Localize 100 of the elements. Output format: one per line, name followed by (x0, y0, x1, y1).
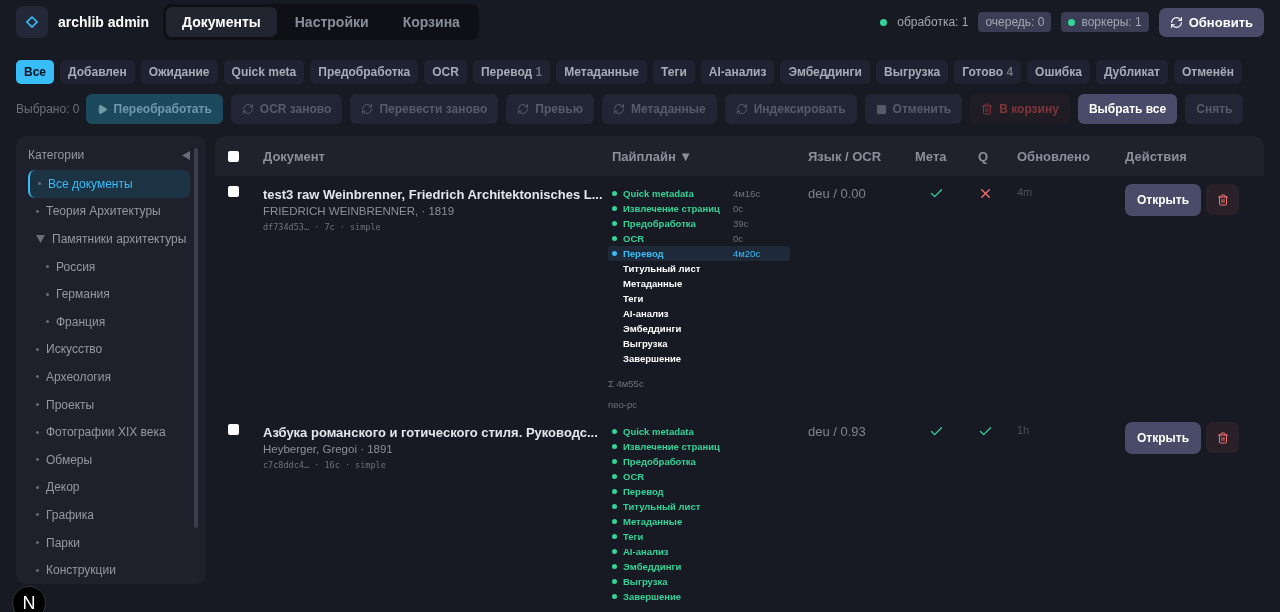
refresh-icon (361, 103, 374, 115)
select-all-checkbox[interactable] (228, 150, 239, 162)
filter-chip[interactable]: Готово 4 (954, 60, 1022, 84)
language-ocr: deu / 0.00 (808, 186, 867, 201)
pipeline-stage: AI-анализ (622, 307, 670, 321)
document-meta: c7c8ddc4… · 16с · simple (263, 460, 387, 470)
nav-tab[interactable]: Настройки (278, 7, 385, 37)
filter-chip[interactable]: Теги (653, 60, 695, 84)
open-button[interactable]: Открыть (1125, 184, 1202, 216)
pipeline-stage: Метаданные (622, 277, 684, 291)
category-label: Конструкции (46, 563, 116, 578)
category-label: Проекты (46, 397, 95, 412)
collapse-icon[interactable] (182, 150, 190, 160)
bullet-icon (46, 292, 49, 296)
filter-chip[interactable]: Отменён (1173, 60, 1242, 84)
category-item[interactable]: Искусство (28, 335, 190, 364)
category-item[interactable]: Фотографии XIX века (28, 418, 190, 446)
open-button[interactable]: Открыть (1125, 422, 1202, 454)
bullet-icon (36, 347, 39, 351)
column-header: Обновлено (1017, 148, 1091, 164)
updated-time: 4m (1017, 186, 1034, 198)
worker-host: neo-pc (608, 399, 639, 410)
filter-chip[interactable]: Ошибка (1027, 60, 1090, 84)
document-meta: df734d53… · 7с · simple (263, 222, 382, 232)
category-item[interactable]: Россия (28, 252, 190, 281)
category-item[interactable]: Франция (28, 307, 190, 336)
pipeline-total: Σ 4м55с (608, 378, 645, 389)
refresh-icon (1169, 15, 1183, 29)
filter-chip[interactable]: Quick meta (223, 60, 305, 84)
category-label: Искусство (46, 342, 103, 357)
category-label: Графика (46, 507, 94, 522)
filter-chip[interactable]: OCR (424, 60, 467, 84)
pipeline-stage: Эмбеддинги (608, 559, 790, 574)
pipeline-stage: Титульный лист (608, 499, 790, 514)
pipeline-stage: OCR (608, 469, 790, 484)
dev-badge[interactable]: N (12, 586, 46, 612)
filter-chip[interactable]: Эмбеддинги (780, 60, 870, 84)
pipeline-stage: Извлечение страниц (608, 439, 790, 454)
category-item[interactable]: Графика (28, 501, 190, 529)
selected-count: Выбрано: 0 (16, 102, 80, 116)
row-checkbox[interactable] (228, 186, 239, 197)
nav-tab[interactable]: Документы (166, 7, 277, 37)
filter-chip[interactable]: Добавлен (60, 60, 135, 84)
play-icon (96, 103, 108, 115)
filter-chip[interactable]: AI-анализ (700, 60, 775, 84)
delete-button[interactable] (1206, 422, 1240, 453)
document-author: FRIEDRICH WEINBRENNER, · 1819 (263, 205, 456, 217)
category-item[interactable]: Все документы (28, 170, 190, 198)
pipeline-stage: Перевод 4м20с (608, 246, 790, 261)
filter-chip[interactable]: Ожидание (140, 60, 218, 84)
refresh-icon (612, 103, 625, 115)
filter-chip[interactable]: Дубликат (1095, 60, 1168, 84)
category-item[interactable]: Конструкции (28, 556, 190, 584)
delete-button[interactable] (1206, 184, 1240, 215)
bullet-icon (36, 513, 39, 517)
column-header[interactable]: Пайплайн ▼ (612, 148, 808, 164)
category-item[interactable]: Декор (28, 473, 190, 502)
row-checkbox[interactable] (228, 424, 239, 435)
bullet-icon (36, 430, 39, 434)
filter-chip[interactable]: Выгрузка (875, 60, 949, 84)
document-author: Heyberger, Gregoi · 1891 (263, 443, 394, 455)
trash-icon (981, 103, 994, 115)
bullet-icon (36, 375, 39, 379)
category-item[interactable]: Памятники архитектуры (28, 225, 190, 253)
action-button[interactable]: Выбрать все (1077, 94, 1178, 124)
workers-badge: воркеры: 1 (1061, 12, 1149, 32)
pipeline-stage: OCR 0с (608, 231, 790, 246)
bullet-icon (36, 403, 39, 407)
pipeline-stage: Теги (608, 529, 790, 544)
trash-icon (1216, 431, 1229, 444)
panel-title: Категории (28, 148, 85, 162)
column-header: Мета (915, 148, 948, 164)
category-item[interactable]: Теория Архитектуры (28, 197, 190, 226)
category-label: Памятники архитектуры (52, 232, 187, 246)
category-label: Археология (46, 369, 111, 384)
filter-chip[interactable]: Предобработка (310, 60, 419, 84)
filter-chip[interactable]: Все (16, 60, 54, 84)
category-item[interactable]: Германия (28, 280, 190, 308)
pipeline-stage: Теги (622, 292, 645, 306)
scrollbar[interactable] (194, 148, 198, 528)
bullet-icon (38, 182, 41, 186)
bullet-icon (36, 541, 39, 544)
category-item[interactable]: Парки (28, 528, 190, 557)
caret-down-icon (36, 235, 45, 243)
refresh-icon (517, 103, 530, 115)
filter-chip[interactable]: Метаданные (556, 60, 648, 84)
filter-chip[interactable]: Перевод 1 (472, 60, 551, 84)
processing-status: обработка: 1 (897, 15, 969, 29)
category-item[interactable]: Обмеры (28, 445, 190, 474)
category-label: Германия (56, 287, 110, 302)
category-label: Декор (46, 480, 80, 495)
category-item[interactable]: Археология (28, 363, 190, 391)
nav-tab[interactable]: Корзина (386, 7, 476, 37)
category-item[interactable]: Проекты (28, 390, 190, 419)
refresh-button[interactable]: Обновить (1158, 7, 1264, 37)
pipeline-stage: Титульный лист (622, 262, 702, 276)
pipeline-stage: Завершение (608, 589, 790, 604)
trash-icon (1216, 193, 1229, 206)
pipeline-stage: Предобработка (608, 454, 790, 469)
refresh-icon (241, 103, 254, 115)
